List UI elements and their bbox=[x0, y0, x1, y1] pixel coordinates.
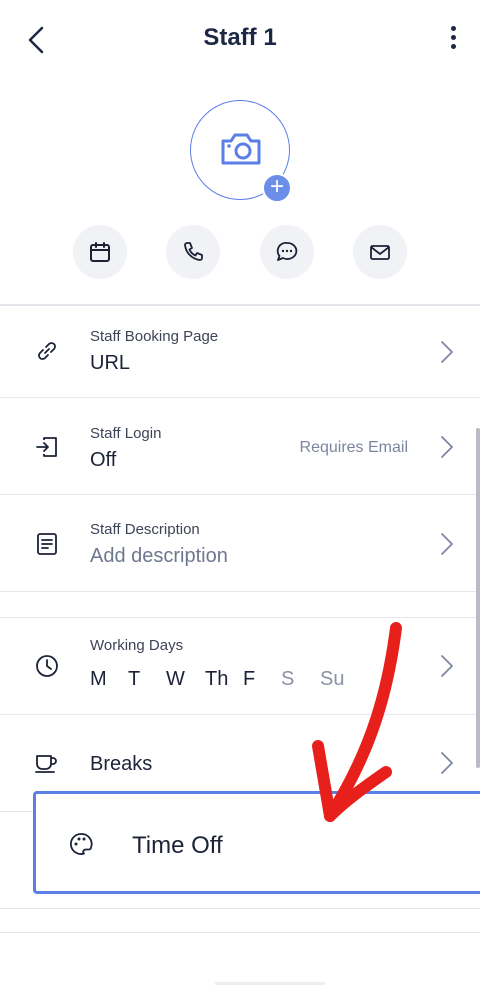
row-value: Off bbox=[90, 449, 117, 471]
section-spacer bbox=[0, 592, 480, 618]
more-dot-icon bbox=[450, 35, 456, 40]
more-dot-icon bbox=[450, 26, 456, 31]
clock-icon bbox=[36, 655, 58, 677]
staff-description-row[interactable]: Staff Description Add description bbox=[0, 495, 480, 592]
row-label: Staff Booking Page bbox=[90, 328, 219, 345]
calendar-icon bbox=[90, 242, 110, 262]
more-options-button[interactable] bbox=[446, 22, 460, 58]
chevron-right-icon bbox=[441, 341, 453, 363]
page-title: Staff 1 bbox=[203, 24, 277, 51]
more-dot-icon bbox=[450, 44, 456, 49]
palette-icon bbox=[70, 833, 93, 855]
day-saturday: S bbox=[281, 668, 295, 690]
day-monday: M bbox=[90, 668, 107, 690]
row-label: Staff Login bbox=[90, 425, 162, 442]
day-friday: F bbox=[243, 668, 256, 690]
phone-icon bbox=[184, 242, 203, 261]
camera-icon bbox=[221, 133, 261, 165]
staff-login-row[interactable]: Staff Login Off Requires Email bbox=[0, 398, 480, 495]
chevron-right-icon bbox=[441, 533, 453, 555]
document-icon bbox=[37, 533, 57, 555]
day-tuesday: T bbox=[128, 668, 141, 690]
time-off-row[interactable]: Time Off bbox=[33, 791, 480, 894]
row-label: Staff Description bbox=[90, 521, 200, 538]
coffee-cup-icon bbox=[35, 755, 57, 773]
chevron-right-icon bbox=[441, 436, 453, 458]
phone-button[interactable] bbox=[166, 225, 220, 279]
row-label: Working Days bbox=[90, 637, 184, 654]
annotation-arrow-icon bbox=[312, 622, 402, 822]
description-placeholder[interactable]: Add description bbox=[90, 545, 228, 568]
chevron-right-icon bbox=[441, 655, 453, 677]
day-wednesday: W bbox=[166, 668, 185, 690]
row-label: Breaks bbox=[90, 753, 153, 775]
row-value: URL bbox=[90, 352, 131, 374]
requires-email-hint: Requires Email bbox=[299, 439, 408, 456]
home-indicator bbox=[215, 982, 325, 985]
calendar-button[interactable] bbox=[73, 225, 127, 279]
add-photo-button[interactable]: + bbox=[262, 173, 292, 203]
chevron-right-icon bbox=[441, 752, 453, 774]
scrollbar[interactable] bbox=[476, 428, 480, 768]
mail-icon bbox=[370, 245, 390, 260]
login-icon bbox=[36, 437, 57, 457]
row-label: Time Off bbox=[132, 832, 223, 859]
chat-button[interactable] bbox=[260, 225, 314, 279]
link-icon bbox=[38, 342, 56, 360]
quick-actions bbox=[0, 225, 480, 279]
top-bar: Staff 1 bbox=[0, 0, 480, 80]
day-thursday: Th bbox=[205, 668, 229, 690]
email-button[interactable] bbox=[353, 225, 407, 279]
staff-booking-page-row[interactable]: Staff Booking Page URL bbox=[0, 306, 480, 398]
chat-icon bbox=[276, 242, 298, 261]
section-divider bbox=[0, 932, 480, 933]
